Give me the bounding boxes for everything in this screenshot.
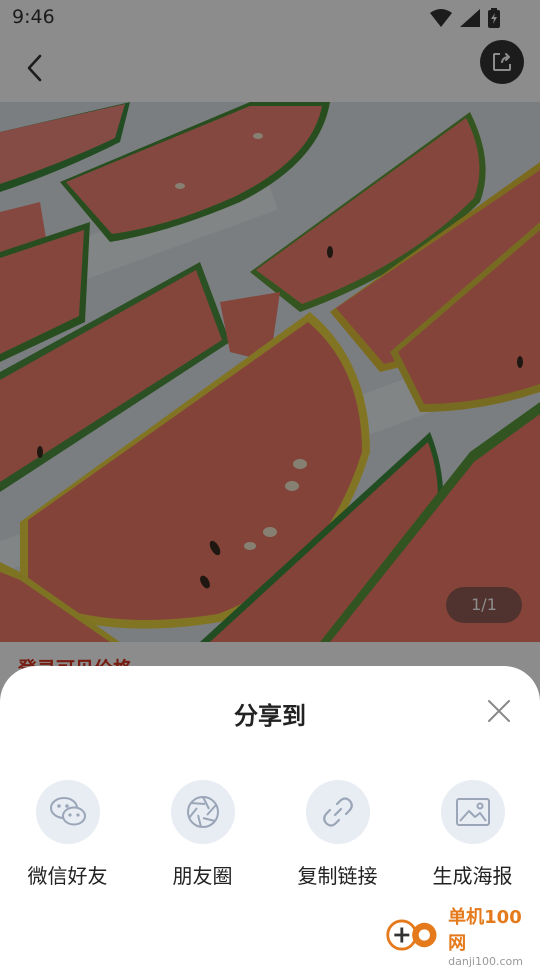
close-icon xyxy=(488,700,510,722)
wechat-icon xyxy=(49,797,86,826)
link-icon xyxy=(322,797,353,827)
share-label-copy-link: 复制链接 xyxy=(297,864,378,888)
share-option-moments[interactable]: 朋友圈 xyxy=(143,780,263,890)
share-label-wechat: 微信好友 xyxy=(27,864,108,888)
share-option-poster[interactable]: 生成海报 xyxy=(413,780,533,890)
share-option-wechat[interactable]: 微信好友 xyxy=(8,780,128,890)
close-button[interactable] xyxy=(484,696,514,726)
share-options: 微信好友 朋友圈 复制链接 生成海报 xyxy=(0,780,540,890)
watermark-url: danji100.com xyxy=(448,954,523,968)
watermark: 单机100网 danji100.com xyxy=(384,907,534,968)
wechat-icon-circle xyxy=(35,780,100,844)
image-icon xyxy=(455,798,490,826)
watermark-title: 单机100网 xyxy=(448,906,522,954)
share-label-poster: 生成海报 xyxy=(432,864,513,888)
watermark-text: 单机100网 danji100.com xyxy=(448,903,534,968)
moments-icon-circle xyxy=(170,780,235,844)
share-label-moments: 朋友圈 xyxy=(172,864,233,888)
share-sheet: 分享到 微信好友 朋友圈 复制链接 生成海报 单机100网 danji100.c… xyxy=(0,666,540,968)
link-icon-circle xyxy=(305,780,370,844)
share-sheet-title: 分享到 xyxy=(234,702,306,730)
watermark-logo-icon xyxy=(386,919,437,951)
share-option-copy-link[interactable]: 复制链接 xyxy=(278,780,398,890)
moments-icon xyxy=(186,796,219,828)
image-icon-circle xyxy=(440,780,505,844)
